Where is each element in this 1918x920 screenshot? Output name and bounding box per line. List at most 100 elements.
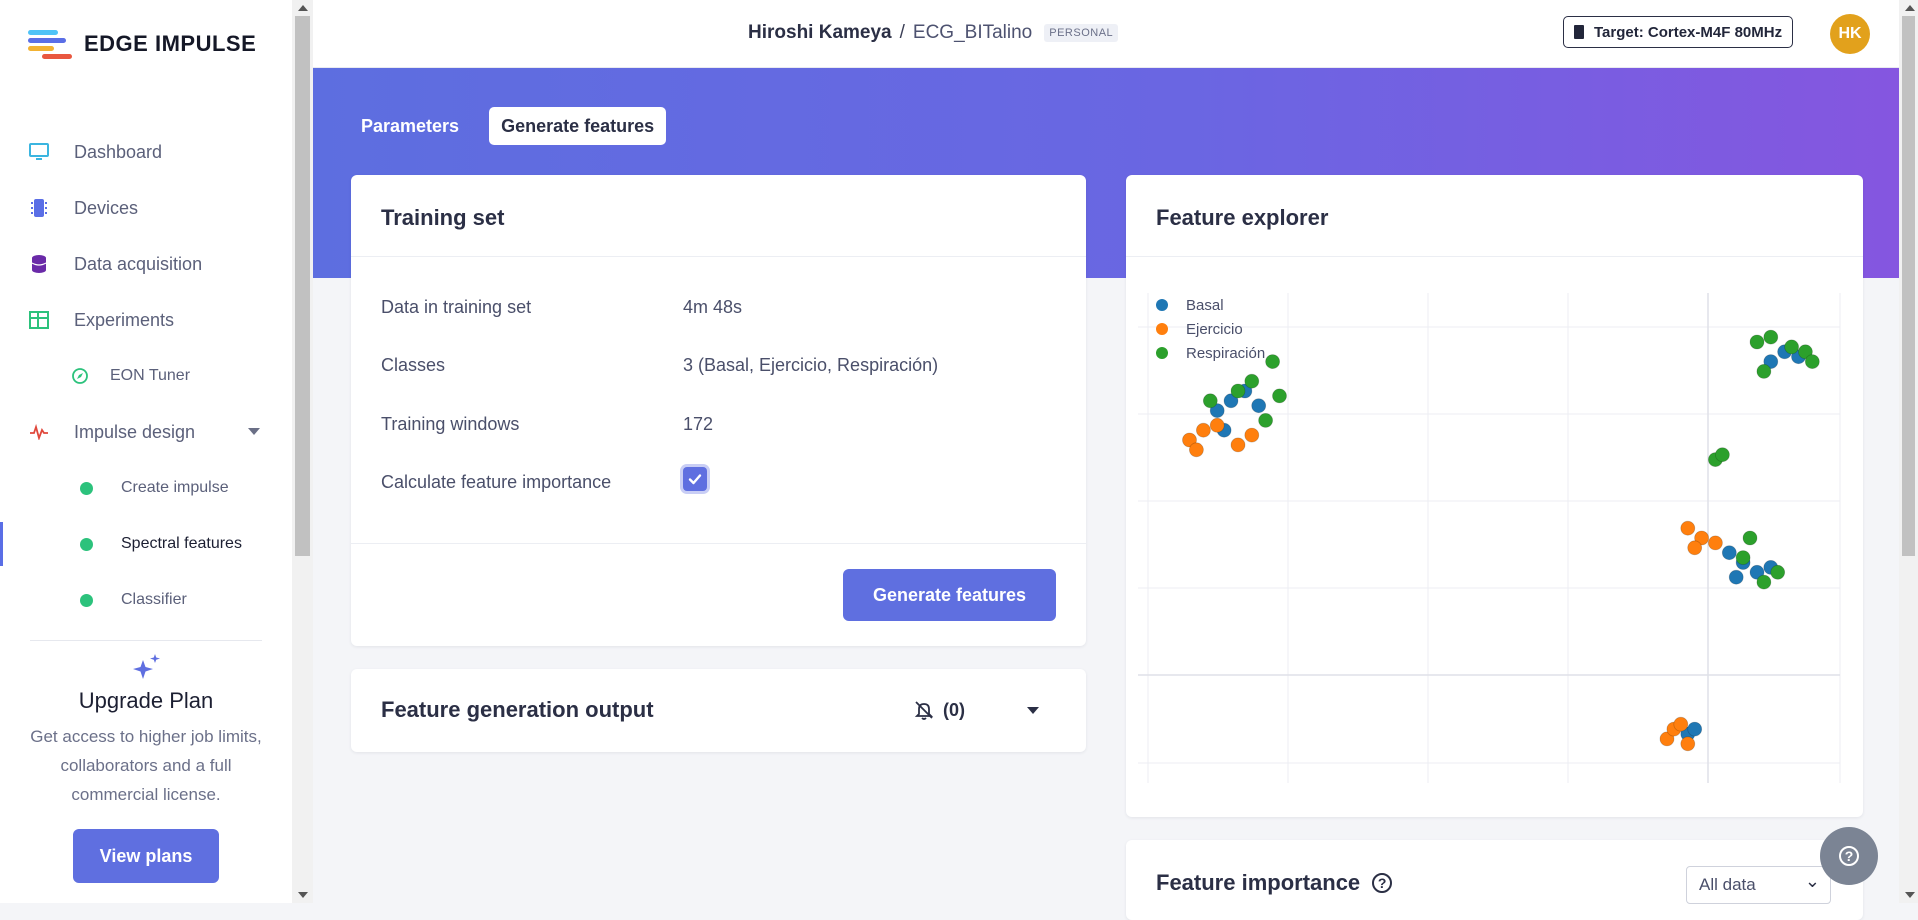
sidebar-item-spectral-features[interactable]: Spectral features xyxy=(0,516,292,572)
data-point xyxy=(1804,354,1820,369)
database-icon xyxy=(28,253,50,275)
chip-icon xyxy=(28,197,50,219)
sidebar-item-classifier[interactable]: Classifier xyxy=(0,572,292,628)
data-point xyxy=(1763,329,1779,345)
sidebar-item-label: EON Tuner xyxy=(110,367,191,384)
upgrade-title: Upgrade Plan xyxy=(78,688,214,713)
legend-label: Ejercicio xyxy=(1186,321,1243,338)
help-chat-button[interactable]: ? xyxy=(1820,827,1878,885)
scroll-up-icon[interactable] xyxy=(1905,5,1915,11)
top-header: Hiroshi Kameya / ECG_BITalino PERSONAL T… xyxy=(313,0,1899,68)
chevron-down-icon[interactable] xyxy=(248,428,260,435)
generate-features-button[interactable]: Generate features xyxy=(843,569,1056,621)
sidebar-scrollbar[interactable] xyxy=(292,0,313,903)
check-icon xyxy=(688,474,702,485)
page-tabs: Parameters Generate features xyxy=(349,107,667,145)
sidebar-divider xyxy=(30,640,262,641)
sidebar-item-create-impulse[interactable]: Create impulse xyxy=(0,460,292,516)
sidebar-item-label: Spectral features xyxy=(121,535,242,552)
legend-label: Basal xyxy=(1186,297,1224,314)
feature-importance-card: Feature importance ? All data xyxy=(1126,840,1863,920)
sidebar-item-eon-tuner[interactable]: EON Tuner xyxy=(0,348,292,404)
table-icon xyxy=(28,309,50,331)
main-scrollbar[interactable] xyxy=(1899,0,1918,903)
data-point xyxy=(1265,354,1281,369)
chevron-down-icon[interactable] xyxy=(1027,707,1039,714)
data-point xyxy=(1715,447,1730,463)
sidebar-item-data-acquisition[interactable]: Data acquisition xyxy=(0,236,292,292)
view-plans-button[interactable]: View plans xyxy=(73,829,219,883)
project-type-badge: PERSONAL xyxy=(1044,24,1119,42)
data-point xyxy=(1209,417,1225,433)
sidebar: EDGE IMPULSE Dashboard Devices Data acqu… xyxy=(0,0,292,903)
legend-marker xyxy=(1156,299,1168,311)
scrollbar-thumb[interactable] xyxy=(295,16,310,556)
breadcrumb: Hiroshi Kameya / ECG_BITalino PERSONAL xyxy=(748,22,1119,44)
status-dot-icon xyxy=(80,537,93,551)
sidebar-item-dashboard[interactable]: Dashboard xyxy=(0,124,292,180)
sidebar-item-devices[interactable]: Devices xyxy=(0,180,292,236)
brand-logo[interactable]: EDGE IMPULSE xyxy=(28,28,256,60)
status-dot-icon xyxy=(80,481,93,495)
data-point xyxy=(1272,388,1287,404)
feature-importance-title: Feature importance xyxy=(1156,870,1361,895)
compass-icon xyxy=(72,368,88,384)
edge-impulse-logo-icon xyxy=(28,28,72,60)
bell-off-icon xyxy=(914,701,934,720)
help-icon[interactable]: ? xyxy=(1372,873,1393,893)
avatar[interactable]: HK xyxy=(1830,14,1870,54)
sidebar-item-label: Experiments xyxy=(74,309,175,330)
feature-explorer-card: Feature explorer Basal Ejercicio Respiraci… xyxy=(1126,175,1863,817)
scroll-up-icon[interactable] xyxy=(298,5,308,11)
data-point xyxy=(1687,540,1703,556)
data-point xyxy=(1230,383,1246,399)
tab-parameters[interactable]: Parameters xyxy=(349,107,471,145)
card-title: Feature generation output xyxy=(381,697,654,722)
breadcrumb-project[interactable]: ECG_BITalino xyxy=(913,22,1032,44)
card-title: Feature importance ? xyxy=(1156,870,1393,896)
data-point xyxy=(1680,736,1696,752)
notification-count: (0) xyxy=(943,699,965,720)
card-header: Training set xyxy=(351,175,1086,257)
data-point xyxy=(1728,569,1744,585)
sidebar-nav: Dashboard Devices Data acquisition Exper… xyxy=(0,124,292,628)
breadcrumb-user[interactable]: Hiroshi Kameya xyxy=(748,22,892,44)
data-point xyxy=(1735,550,1751,566)
data-point xyxy=(1258,412,1274,428)
data-point xyxy=(1196,422,1211,438)
target-device-button[interactable]: Target: Cortex-M4F 80MHz xyxy=(1563,16,1794,48)
monitor-icon xyxy=(28,141,50,163)
sidebar-item-impulse-design[interactable]: Impulse design xyxy=(0,404,292,460)
card-header: Feature explorer xyxy=(1126,175,1863,257)
row-label: Classes xyxy=(381,355,446,375)
scrollbar-thumb[interactable] xyxy=(1902,16,1915,556)
row-label: Calculate feature importance xyxy=(381,472,612,492)
sidebar-item-label: Impulse design xyxy=(74,421,196,442)
pulse-icon xyxy=(28,421,50,443)
data-point xyxy=(1742,530,1758,546)
row-label: Training windows xyxy=(381,414,520,434)
scroll-down-icon[interactable] xyxy=(1905,892,1915,898)
help-icon: ? xyxy=(1839,846,1859,866)
tab-generate-features[interactable]: Generate features xyxy=(489,107,667,145)
feature-importance-checkbox[interactable] xyxy=(683,467,707,491)
data-point xyxy=(1251,398,1267,414)
card-title: Feature explorer xyxy=(1156,205,1329,230)
data-point xyxy=(1244,373,1260,389)
row-value: 172 xyxy=(683,414,714,434)
data-point xyxy=(1784,339,1799,355)
legend-label: Respiración xyxy=(1186,345,1265,362)
sidebar-item-label: Data acquisition xyxy=(74,253,203,274)
data-point xyxy=(1756,364,1772,379)
chip-icon xyxy=(1574,25,1584,39)
notification-toggle[interactable]: (0) xyxy=(913,699,965,721)
data-point xyxy=(1687,721,1703,737)
data-filter-select[interactable]: All data xyxy=(1686,866,1831,904)
data-point xyxy=(1230,437,1246,453)
feature-scatter-plot[interactable]: Basal Ejercicio Respiración xyxy=(1134,283,1854,793)
sidebar-item-experiments[interactable]: Experiments xyxy=(0,292,292,348)
sidebar-item-label: Create impulse xyxy=(121,479,229,496)
target-label: Target: Cortex-M4F 80MHz xyxy=(1594,23,1783,41)
scroll-down-icon[interactable] xyxy=(298,892,308,898)
breadcrumb-separator: / xyxy=(899,22,905,43)
